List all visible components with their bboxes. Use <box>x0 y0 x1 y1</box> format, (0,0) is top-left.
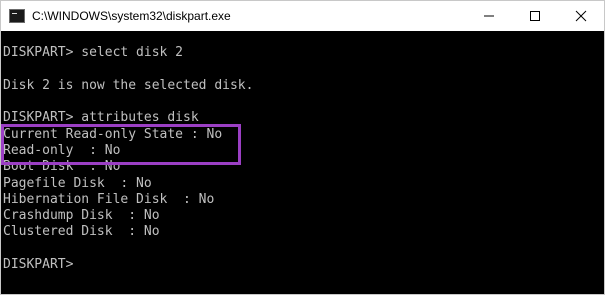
title-bar[interactable]: C:\WINDOWS\system32\diskpart.exe <box>1 1 604 31</box>
console-line: Disk 2 is now the selected disk. <box>3 78 254 93</box>
minimize-icon <box>484 15 494 17</box>
console-icon <box>9 9 25 23</box>
window-controls <box>466 1 604 31</box>
console-window: C:\WINDOWS\system32\diskpart.exe DISKPAR… <box>0 0 605 295</box>
console-line: Hibernation File Disk : No <box>3 192 215 207</box>
highlight-box <box>1 124 241 165</box>
console-output[interactable]: DISKPART> select disk 2 Disk 2 is now th… <box>1 31 604 294</box>
maximize-button[interactable] <box>512 1 558 31</box>
console-prompt: DISKPART> <box>3 257 74 272</box>
console-line: DISKPART> select disk 2 <box>3 45 184 60</box>
console-line: Pagefile Disk : No <box>3 176 152 191</box>
console-line: Crashdump Disk : No <box>3 208 160 223</box>
window-title: C:\WINDOWS\system32\diskpart.exe <box>32 9 231 23</box>
console-line: Clustered Disk : No <box>3 224 160 239</box>
maximize-icon <box>530 11 540 21</box>
close-icon <box>575 10 587 22</box>
close-button[interactable] <box>558 1 604 31</box>
minimize-button[interactable] <box>466 1 512 31</box>
